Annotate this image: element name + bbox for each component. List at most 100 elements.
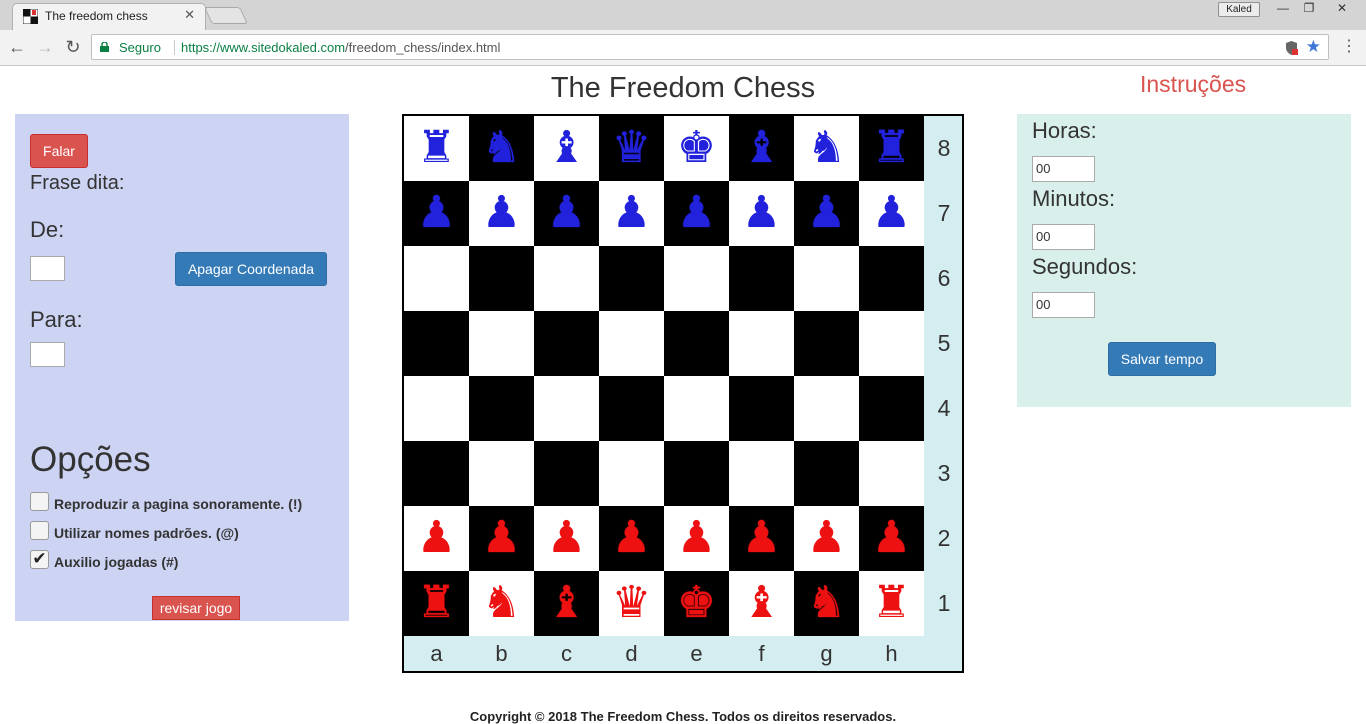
square-d5[interactable] [599,311,664,376]
red-pawn-icon[interactable]: ♟ [859,506,924,571]
browser-tab[interactable]: The freedom chess ✕ [12,3,206,30]
new-tab-button[interactable] [204,7,248,24]
blue-pawn-icon[interactable]: ♟ [534,181,599,246]
option-checkbox[interactable] [30,492,49,511]
square-b5[interactable] [469,311,534,376]
url-text[interactable]: https://www.sitedokaled.com/freedom_ches… [181,40,500,55]
shield-extension-icon[interactable] [1285,41,1298,55]
minutes-input[interactable]: 00 [1032,224,1095,250]
red-pawn-icon[interactable]: ♟ [664,506,729,571]
address-bar[interactable]: Seguro https://www.sitedokaled.com/freed… [91,34,1329,60]
red-pawn-icon[interactable]: ♟ [794,506,859,571]
browser-menu-icon[interactable]: ⋮ [1341,38,1357,56]
square-a6[interactable] [404,246,469,311]
square-b1[interactable]: ♞ [469,571,534,636]
forward-arrow-icon[interactable]: → [34,36,56,58]
option-checkbox[interactable] [30,521,49,540]
square-f8[interactable]: ♝ [729,116,794,181]
blue-pawn-icon[interactable]: ♟ [599,181,664,246]
square-a5[interactable] [404,311,469,376]
square-h7[interactable]: ♟ [859,181,924,246]
square-e4[interactable] [664,376,729,441]
square-h1[interactable]: ♜ [859,571,924,636]
square-b6[interactable] [469,246,534,311]
square-g3[interactable] [794,441,859,506]
square-d6[interactable] [599,246,664,311]
blue-knight-icon[interactable]: ♞ [794,116,859,181]
square-e8[interactable]: ♚ [664,116,729,181]
bookmark-star-icon[interactable]: ★ [1306,37,1321,57]
blue-queen-icon[interactable]: ♛ [599,116,664,181]
red-knight-icon[interactable]: ♞ [469,571,534,636]
square-a1[interactable]: ♜ [404,571,469,636]
square-c4[interactable] [534,376,599,441]
close-window-button[interactable]: ✕ [1322,0,1362,18]
blue-bishop-icon[interactable]: ♝ [729,116,794,181]
red-pawn-icon[interactable]: ♟ [469,506,534,571]
square-h6[interactable] [859,246,924,311]
restore-button[interactable]: ❐ [1296,0,1322,18]
minimize-button[interactable]: — [1270,0,1296,18]
square-f2[interactable]: ♟ [729,506,794,571]
square-d8[interactable]: ♛ [599,116,664,181]
tab-close-icon[interactable]: ✕ [184,7,195,23]
square-g6[interactable] [794,246,859,311]
square-h5[interactable] [859,311,924,376]
square-g4[interactable] [794,376,859,441]
square-e2[interactable]: ♟ [664,506,729,571]
square-h3[interactable] [859,441,924,506]
profile-badge[interactable]: Kaled [1218,2,1260,17]
square-b3[interactable] [469,441,534,506]
square-g1[interactable]: ♞ [794,571,859,636]
square-c6[interactable] [534,246,599,311]
square-b2[interactable]: ♟ [469,506,534,571]
square-a2[interactable]: ♟ [404,506,469,571]
square-d2[interactable]: ♟ [599,506,664,571]
blue-pawn-icon[interactable]: ♟ [859,181,924,246]
seconds-input[interactable]: 00 [1032,292,1095,318]
red-bishop-icon[interactable]: ♝ [534,571,599,636]
red-rook-icon[interactable]: ♜ [404,571,469,636]
red-pawn-icon[interactable]: ♟ [729,506,794,571]
square-f5[interactable] [729,311,794,376]
square-h4[interactable] [859,376,924,441]
to-coordinate-input[interactable] [30,342,65,367]
square-b8[interactable]: ♞ [469,116,534,181]
square-c1[interactable]: ♝ [534,571,599,636]
square-g2[interactable]: ♟ [794,506,859,571]
red-queen-icon[interactable]: ♛ [599,571,664,636]
save-time-button[interactable]: Salvar tempo [1108,342,1216,376]
square-f7[interactable]: ♟ [729,181,794,246]
blue-rook-icon[interactable]: ♜ [859,116,924,181]
blue-pawn-icon[interactable]: ♟ [469,181,534,246]
square-g5[interactable] [794,311,859,376]
instructions-link[interactable]: Instruções [1140,71,1246,98]
square-e5[interactable] [664,311,729,376]
square-e7[interactable]: ♟ [664,181,729,246]
blue-pawn-icon[interactable]: ♟ [664,181,729,246]
square-c7[interactable]: ♟ [534,181,599,246]
square-h8[interactable]: ♜ [859,116,924,181]
speak-button[interactable]: Falar [30,134,88,168]
square-a8[interactable]: ♜ [404,116,469,181]
red-pawn-icon[interactable]: ♟ [599,506,664,571]
square-b4[interactable] [469,376,534,441]
blue-pawn-icon[interactable]: ♟ [794,181,859,246]
red-pawn-icon[interactable]: ♟ [534,506,599,571]
blue-bishop-icon[interactable]: ♝ [534,116,599,181]
square-d4[interactable] [599,376,664,441]
square-e3[interactable] [664,441,729,506]
blue-pawn-icon[interactable]: ♟ [729,181,794,246]
red-knight-icon[interactable]: ♞ [794,571,859,636]
option-checkbox[interactable]: ✔ [30,550,49,569]
blue-king-icon[interactable]: ♚ [664,116,729,181]
square-f1[interactable]: ♝ [729,571,794,636]
square-f4[interactable] [729,376,794,441]
square-d3[interactable] [599,441,664,506]
square-e6[interactable] [664,246,729,311]
square-a7[interactable]: ♟ [404,181,469,246]
blue-rook-icon[interactable]: ♜ [404,116,469,181]
square-g7[interactable]: ♟ [794,181,859,246]
square-c3[interactable] [534,441,599,506]
hours-input[interactable]: 00 [1032,156,1095,182]
